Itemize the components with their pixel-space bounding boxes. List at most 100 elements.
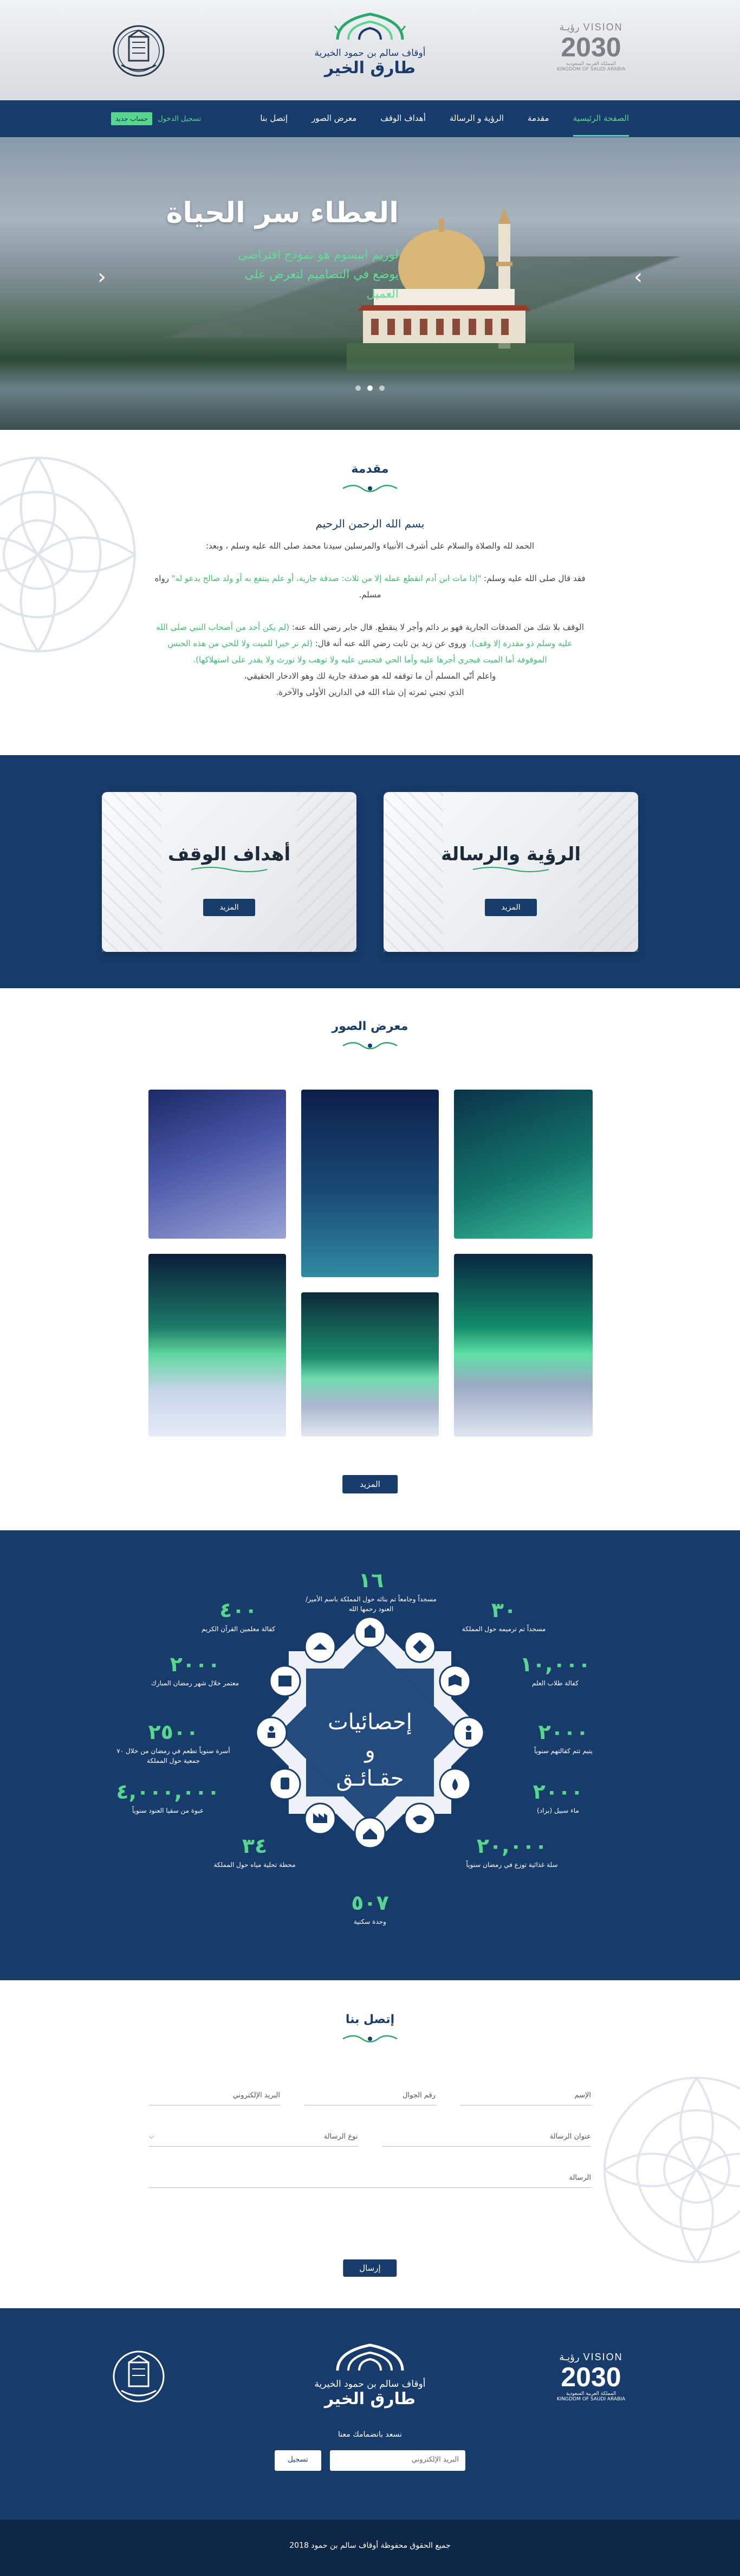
stat-number: ٥٠٧ (351, 1891, 389, 1915)
goals-more-button[interactable]: المزيد (203, 898, 255, 916)
intro-text: الوقف بلا شك من الصدقات الجارية فهو بر د… (289, 622, 584, 632)
stat-label: معتمر خلال شهر رمضان المبارك (151, 1679, 239, 1687)
stats-center-title: إحصائيات و حقـائـق (302, 1708, 438, 1793)
stat-item: ٢٠٠٠ معتمر خلال شهر رمضان المبارك (135, 1652, 255, 1688)
nav-menu: الصفحة الرئيسية مقدمة الرؤية و الرسالة أ… (260, 101, 629, 137)
gallery-more-button[interactable]: المزيد (342, 1475, 398, 1493)
gallery-image[interactable] (454, 1254, 593, 1437)
slider-dot[interactable] (355, 385, 361, 391)
stat-label: عبوة من سقيا العنود سنوياً (132, 1807, 204, 1814)
intro-paragraph: فقد قال صلى الله عليه وسلم: "إذا مات ابن… (153, 570, 587, 603)
gallery-grid (148, 1090, 593, 1437)
title-ornament-icon (342, 1042, 398, 1049)
brand-title: طارق الخير (324, 2390, 416, 2408)
brand-title: طارق الخير (324, 59, 416, 78)
name-field[interactable]: الإسم (460, 2091, 591, 2105)
stat-item: ٤٠٠ كفالة معلمين القرآن الكريم (184, 1598, 293, 1634)
gallery-image[interactable] (148, 1090, 286, 1239)
gallery-image[interactable] (301, 1090, 439, 1277)
message-type-label: نوع الرسالة (323, 2133, 358, 2141)
goals-card: أهداف الوقف المزيد (102, 791, 356, 952)
brand-subtitle: أوقاف سالم بن حمود الخيرية (314, 2379, 426, 2390)
slider-dot[interactable] (379, 385, 385, 391)
nav-item-contact[interactable]: إتصل بنا (260, 101, 288, 137)
intro-section: مقدمة بسم الله الرحمن الرحيم الحمد لله و… (0, 430, 740, 755)
auth-links: تسجيل الدخول حساب جديد (111, 112, 201, 125)
stat-label: وحدة سكنية (354, 1918, 386, 1925)
stat-item: ٢٠٠٠ يتيم تتم كفالتهم سنوياً (515, 1720, 612, 1756)
nav-item-vision[interactable]: الرؤية و الرسالة (450, 101, 504, 137)
nav-item-gallery[interactable]: معرض الصور (311, 101, 356, 137)
intro-body: الحمد لله والصلاة والسلام على أشرف الأنب… (153, 538, 587, 700)
gallery-title: معرض الصور (332, 1020, 408, 1033)
slider-next-arrow[interactable]: › (634, 265, 642, 289)
vision-more-button[interactable]: المزيد (485, 898, 537, 916)
stat-label: كفالة طلاب العلم (532, 1679, 579, 1687)
stat-label: مسجداً تم ترميمه حول المملكة (462, 1625, 546, 1633)
slider-prev-arrow[interactable]: ‹ (98, 265, 106, 289)
stat-number: ٢٠٠٠ (170, 1652, 220, 1676)
intro-paragraph: واعلم أنّي المسلم أن ما توقفه لله هو صدق… (244, 671, 496, 681)
nav-item-intro[interactable]: مقدمة (528, 101, 549, 137)
message-field[interactable]: الرسالة (149, 2174, 591, 2188)
stat-number: ٣٤ (242, 1834, 268, 1858)
message-type-select[interactable]: نوع الرسالة ⌵ (149, 2133, 358, 2147)
vision-arabic: رؤيـة (559, 2352, 580, 2362)
brand-subtitle: أوقاف سالم بن حمود الخيرية (314, 48, 426, 59)
phone-field[interactable]: رقم الجوال (304, 2091, 436, 2105)
stat-label: يتيم تتم كفالتهم سنوياً (534, 1747, 593, 1755)
stat-item: ٤,٠٠٠,٠٠٠ عبوة من سقيا العنود سنوياً (103, 1780, 233, 1815)
slider-dots (355, 385, 385, 391)
stat-item: ١٠,٠٠٠ كفالة طلاب العلم (501, 1652, 609, 1688)
site-footer: أوقاف سالم بن حمود الخيرية طارق الخير VI… (0, 2308, 740, 2520)
subject-field[interactable]: عنوان الرسالة (382, 2133, 591, 2147)
stats-center-line: و (365, 1738, 375, 1763)
stat-item: ٥٠٧ وحدة سكنية (324, 1891, 416, 1927)
stat-item: ١٦ مسجداً وجامعاً تم بنائه حول المملكة با… (303, 1568, 439, 1614)
gallery-image[interactable] (301, 1292, 439, 1437)
vision-year: 2030 (561, 32, 621, 62)
site-logo[interactable]: أوقاف سالم بن حمود الخيرية طارق الخير (310, 10, 430, 78)
signup-button[interactable]: حساب جديد (111, 112, 153, 125)
stat-item: ٣٠ مسجداً تم ترميمه حول المملكة (450, 1598, 558, 1634)
stats-section: إحصائيات و حقـائـق ١٦ مسجداً وجامعاً تم ب… (0, 1530, 740, 1980)
footer-logo[interactable]: أوقاف سالم بن حمود الخيرية طارق الخير (310, 2341, 430, 2408)
newsletter-email-input[interactable]: البريد الإلكتروني (330, 2450, 465, 2471)
send-button[interactable]: إرسال (343, 2259, 397, 2277)
subscribe-button[interactable]: تسجيل (275, 2450, 321, 2471)
gallery-section: معرض الصور المزيد (0, 988, 740, 1530)
decorative-mandala-icon (603, 2077, 740, 2263)
chevron-down-icon: ⌵ (149, 2133, 154, 2140)
stat-number: ٢٠٠٠ (533, 1780, 583, 1804)
vision-goals-section: الرؤية والرسالة المزيد أهداف الوقف المزي… (0, 755, 740, 988)
stat-number: ٢٥٠٠ (148, 1720, 199, 1744)
stat-item: ٢٠,٠٠٠ سلة غذائية توزع في رمضان سنوياً (452, 1834, 572, 1870)
contact-title: إتصل بنا (345, 2013, 395, 2026)
stat-number: ٢٠٠٠ (538, 1720, 589, 1744)
stat-number: ٤,٠٠٠,٠٠٠ (116, 1780, 220, 1804)
hero-text: لوريم ايبسوم هو نموذج افتراضي يوضع في ال… (238, 248, 399, 301)
stat-number: ١٦ (358, 1568, 384, 1592)
slider-dot[interactable] (367, 385, 373, 391)
card-ornament-icon (191, 866, 268, 872)
gallery-image[interactable] (454, 1090, 593, 1239)
stat-label: محطة تحلية مياه حول المملكة (213, 1861, 296, 1869)
stat-label: ماء سبيل (براد) (537, 1807, 579, 1814)
vision-card: الرؤية والرسالة المزيد (384, 791, 638, 952)
gallery-image[interactable] (148, 1254, 286, 1437)
nav-item-goals[interactable]: أهداف الوقف (380, 101, 426, 137)
newsletter-label: نسعد بانضمامك معنا (338, 2430, 402, 2439)
decorative-mandala-icon (0, 456, 136, 653)
hadith-quote: "إذا مات ابن آدم انقطع عمله إلا من ثلاث:… (171, 574, 482, 583)
nav-item-home[interactable]: الصفحة الرئيسية (573, 101, 629, 137)
login-link[interactable]: تسجيل الدخول (158, 115, 201, 123)
logo-dome-icon (334, 12, 406, 40)
intro-paragraph: الحمد لله والصلاة والسلام على أشرف الأنب… (205, 541, 535, 551)
vision-caption-en: KINGDOM OF SAUDI ARABIA (556, 2397, 626, 2402)
stats-center-line: إحصائيات (328, 1710, 412, 1735)
email-field[interactable]: البريد الإلكتروني (149, 2091, 280, 2105)
vision-2030-logo: VISION رؤيـة 2030 المملكة العربية السعود… (550, 22, 632, 76)
copyright-text: جميع الحقوق محفوظة أوقاف سالم بن حمود 20… (289, 2541, 451, 2550)
contact-form: الإسم رقم الجوال البريد الإلكتروني عنوان… (149, 2091, 591, 2215)
stat-item: ٢٠٠٠ ماء سبيل (براد) (515, 1780, 601, 1815)
